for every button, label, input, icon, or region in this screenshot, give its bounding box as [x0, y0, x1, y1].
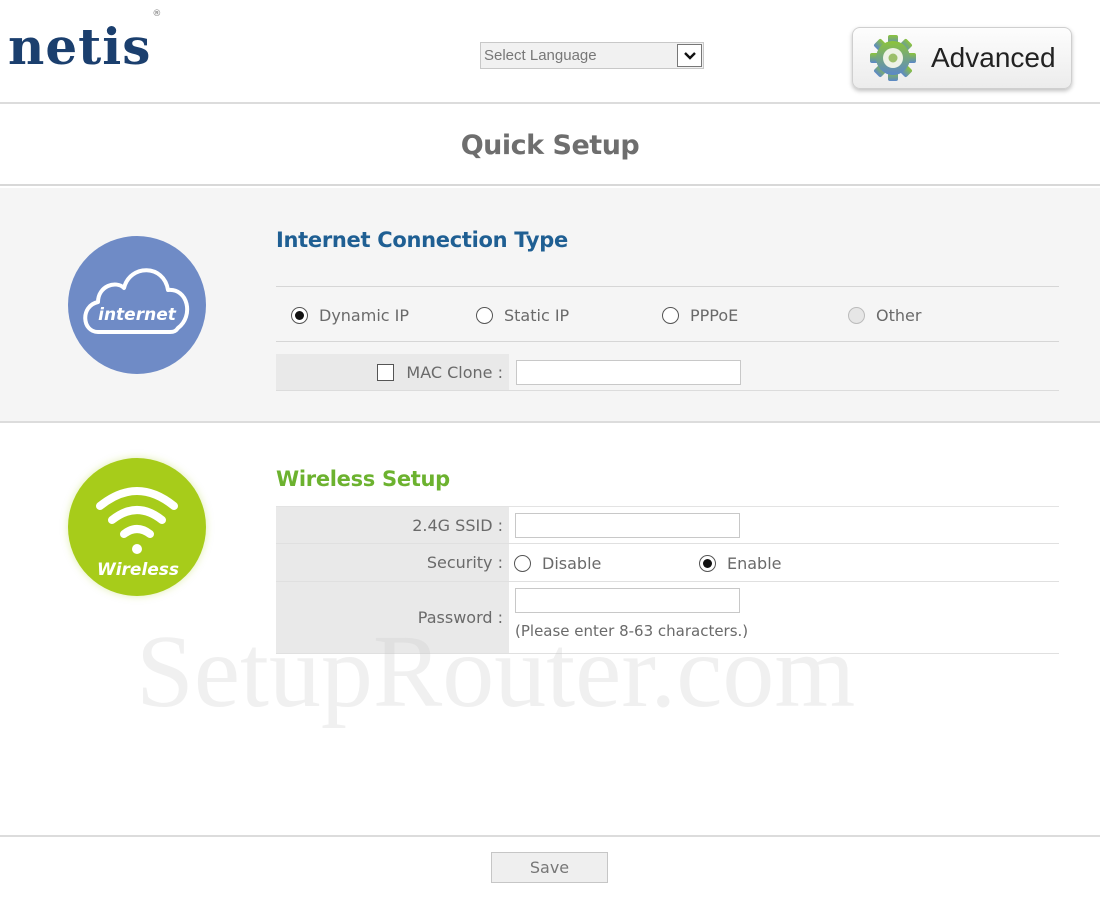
radio-button[interactable]	[662, 306, 679, 324]
wireless-icon-label: Wireless	[97, 560, 179, 580]
ssid-input[interactable]	[515, 513, 740, 538]
security-row: Security : Disable Enable	[276, 544, 1059, 582]
security-label: Security :	[426, 553, 503, 572]
mac-clone-row: MAC Clone :	[276, 354, 1059, 391]
radio-label: PPPoE	[690, 305, 739, 325]
connection-type-group: Dynamic IP Static IP PPPoE Other	[276, 301, 1059, 329]
radio-security-disable[interactable]: Disable	[514, 549, 601, 577]
divider	[276, 286, 1059, 287]
title-bar: Quick Setup	[0, 106, 1100, 186]
advanced-button[interactable]: Advanced	[852, 27, 1072, 89]
radio-security-enable[interactable]: Enable	[699, 549, 782, 577]
internet-cloud-icon: internet	[68, 236, 206, 374]
radio-button[interactable]	[291, 306, 308, 324]
internet-connection-section: internet Internet Connection Type Dynami…	[0, 188, 1100, 423]
wireless-setup-section: Wireless Wireless Setup 2.4G SSID : Secu…	[0, 425, 1100, 835]
internet-section-title: Internet Connection Type	[276, 228, 568, 252]
radio-label: Disable	[542, 553, 602, 573]
password-value-cell: (Please enter 8-63 characters.)	[509, 582, 1059, 654]
radio-dynamic-ip[interactable]: Dynamic IP	[291, 301, 409, 329]
internet-icon-label: internet	[98, 305, 177, 325]
header: netis® Select Language Advanced	[0, 0, 1100, 104]
footer: Save	[0, 835, 1100, 913]
security-value-cell: Disable Enable	[509, 544, 1059, 582]
radio-label: Enable	[727, 553, 782, 573]
password-label: Password :	[417, 608, 503, 627]
ssid-label: 2.4G SSID :	[412, 515, 503, 535]
logo-text: netis	[8, 17, 152, 76]
radio-button[interactable]	[699, 554, 716, 572]
ssid-label-cell: 2.4G SSID :	[276, 507, 509, 543]
language-select-value: Select Language	[484, 47, 597, 64]
radio-other[interactable]: Other	[848, 301, 921, 329]
page-title: Quick Setup	[460, 129, 640, 161]
save-button[interactable]: Save	[491, 852, 608, 883]
radio-button[interactable]	[848, 306, 865, 324]
radio-label: Dynamic IP	[319, 305, 410, 325]
security-label-cell: Security :	[276, 544, 509, 581]
router-quick-setup-page: netis® Select Language Advanced Quick Se…	[0, 0, 1100, 913]
radio-button[interactable]	[476, 306, 493, 324]
radio-static-ip[interactable]: Static IP	[476, 301, 569, 329]
mac-clone-checkbox[interactable]	[377, 363, 395, 381]
password-label-cell: Password :	[276, 582, 509, 653]
wireless-section-title: Wireless Setup	[276, 467, 450, 491]
gear-icon	[867, 32, 919, 84]
mac-clone-label-cell: MAC Clone :	[276, 354, 509, 390]
radio-button[interactable]	[514, 554, 531, 572]
registered-mark: ®	[152, 9, 163, 20]
language-select[interactable]: Select Language	[480, 42, 704, 69]
radio-pppoe[interactable]: PPPoE	[662, 301, 738, 329]
wireless-wifi-icon: Wireless	[68, 458, 206, 596]
chevron-down-icon[interactable]	[677, 44, 702, 67]
password-hint: (Please enter 8-63 characters.)	[515, 622, 749, 640]
ssid-row: 2.4G SSID :	[276, 507, 1059, 544]
mac-clone-input[interactable]	[516, 360, 741, 385]
password-input[interactable]	[515, 588, 740, 613]
mac-clone-label: MAC Clone :	[406, 362, 503, 382]
wireless-form: 2.4G SSID : Security : Disable Enable Pa…	[276, 506, 1059, 654]
divider	[276, 341, 1059, 342]
advanced-button-label: Advanced	[931, 42, 1056, 73]
password-row: Password : (Please enter 8-63 characters…	[276, 582, 1059, 654]
radio-label: Static IP	[504, 305, 570, 325]
netis-logo: netis®	[8, 10, 161, 72]
radio-label: Other	[876, 305, 922, 325]
